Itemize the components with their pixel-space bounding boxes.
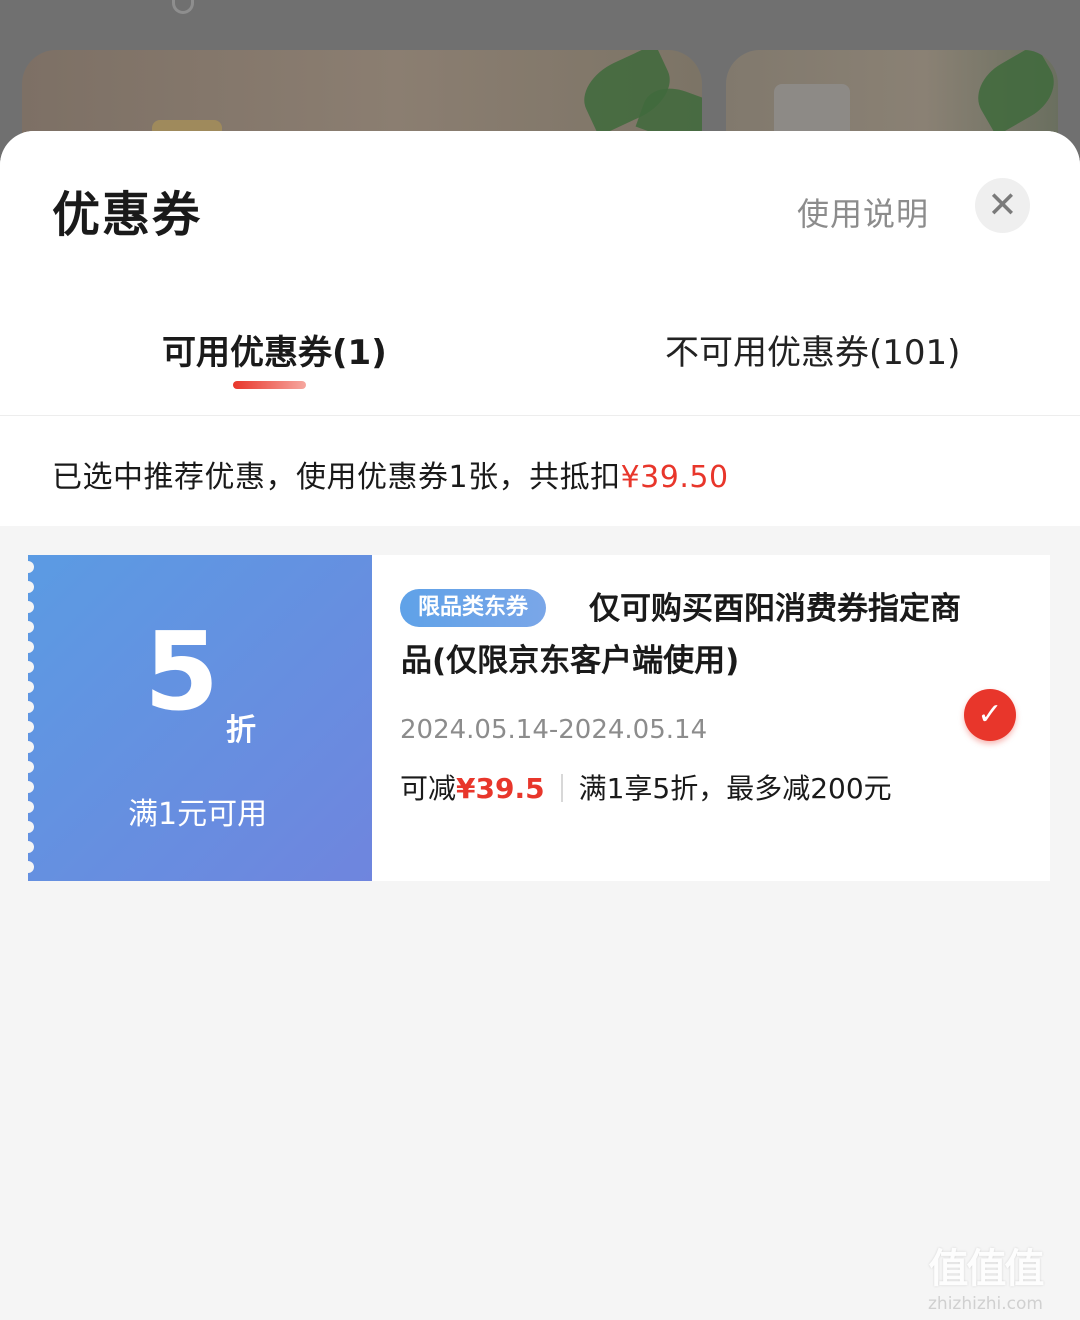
loading-indicator bbox=[172, 0, 194, 14]
active-tab-indicator bbox=[233, 381, 306, 389]
coupon-select-checkbox[interactable]: ✓ bbox=[964, 689, 1016, 741]
sheet-header: 优惠券 使用说明 ✕ 可用优惠券(1) 不可用优惠券(101) 已选中推荐优惠，… bbox=[0, 131, 1080, 526]
scallop-edge bbox=[28, 801, 34, 813]
discount-unit: 折 bbox=[226, 713, 256, 748]
coupon-validity-dates: 2024.05.14-2024.05.14 bbox=[400, 715, 708, 745]
sheet-title: 优惠券 bbox=[52, 187, 203, 243]
tab-unavailable-coupons[interactable]: 不可用优惠券(101) bbox=[665, 325, 960, 374]
usage-threshold: 满1元可用 bbox=[128, 797, 268, 832]
scallop-edge bbox=[28, 681, 34, 693]
scallop-edge bbox=[28, 621, 34, 633]
coupon-card[interactable]: 5 折 满1元可用 仅可购买酉阳消费券指定商品(仅限京东客户端使用) 限品类东券… bbox=[28, 555, 1050, 881]
coupon-benefit-line: 可减¥39.5 满1享5折，最多减200元 bbox=[400, 767, 892, 807]
summary-text: 已选中推荐优惠，使用优惠券1张，共抵扣 bbox=[52, 460, 621, 495]
close-icon: ✕ bbox=[987, 184, 1018, 226]
scallop-edge bbox=[28, 781, 34, 793]
discount-value: 5 bbox=[144, 610, 220, 735]
background-page bbox=[0, 0, 1080, 170]
plant-leaf-decoration bbox=[966, 50, 1058, 136]
scallop-edge bbox=[28, 841, 34, 853]
reduce-label: 可减 bbox=[400, 772, 457, 805]
reduce-amount: ¥39.5 bbox=[456, 772, 545, 805]
scallop-edge bbox=[28, 601, 34, 613]
coupon-type-badge: 限品类东券 bbox=[400, 589, 547, 627]
tab-available-coupons[interactable]: 可用优惠券(1) bbox=[162, 325, 387, 374]
watermark-url: zhizhizhi.com bbox=[928, 1294, 1043, 1314]
scallop-edge bbox=[28, 741, 34, 753]
summary-amount: ¥39.50 bbox=[620, 460, 729, 495]
selection-summary: 已选中推荐优惠，使用优惠券1张，共抵扣¥39.50 bbox=[52, 452, 729, 496]
scallop-edge bbox=[28, 581, 34, 593]
scallop-edge bbox=[28, 761, 34, 773]
scallop-edge bbox=[28, 701, 34, 713]
usage-instructions-link[interactable]: 使用说明 bbox=[797, 189, 929, 235]
coupon-discount-panel: 5 折 满1元可用 bbox=[28, 555, 372, 881]
check-icon: ✓ bbox=[977, 697, 1003, 732]
scallop-edge bbox=[28, 641, 34, 653]
scallop-edge bbox=[28, 661, 34, 673]
close-button[interactable]: ✕ bbox=[975, 178, 1030, 233]
scallop-edge bbox=[28, 561, 34, 573]
site-watermark: 值值值 zhizhizhi.com bbox=[928, 1236, 1044, 1314]
scallop-edge bbox=[28, 821, 34, 833]
divider bbox=[0, 415, 1080, 416]
coupon-bottom-sheet: 优惠券 使用说明 ✕ 可用优惠券(1) 不可用优惠券(101) 已选中推荐优惠，… bbox=[0, 131, 1080, 1320]
scallop-edge bbox=[28, 861, 34, 873]
separator bbox=[560, 774, 563, 802]
scallop-edge bbox=[28, 721, 34, 733]
discount-rule: 满1享5折，最多减200元 bbox=[578, 772, 892, 805]
watermark-logo: 值值值 bbox=[928, 1246, 1044, 1292]
